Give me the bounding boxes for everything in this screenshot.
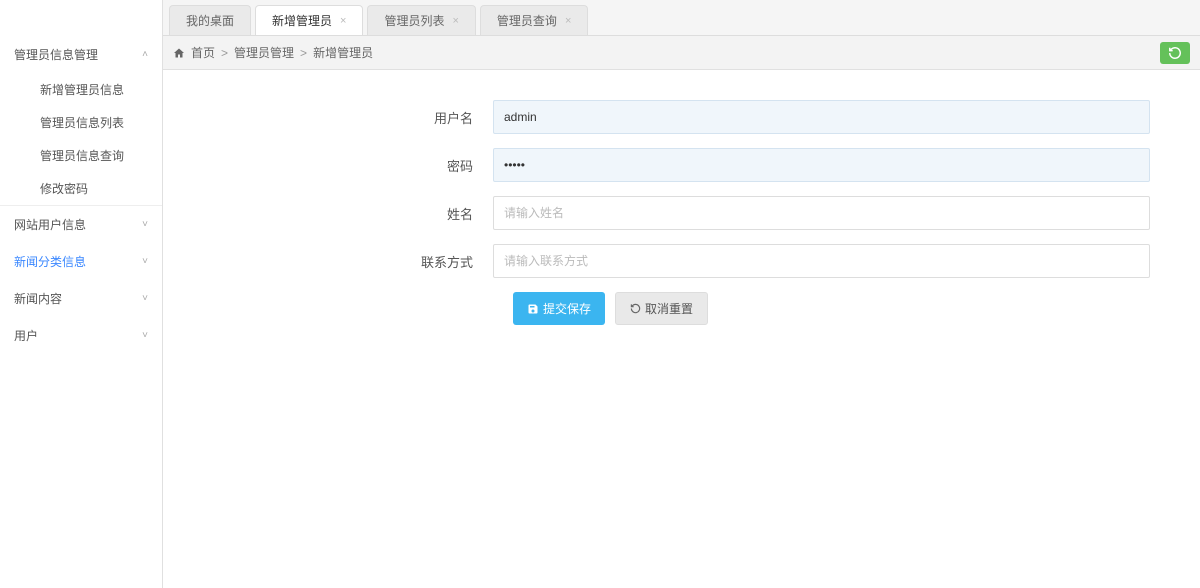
breadcrumb-sep: > — [221, 46, 228, 60]
refresh-button[interactable] — [1160, 42, 1190, 64]
form-row-name: 姓名 — [213, 196, 1150, 230]
sidebar-item-admin-list[interactable]: 管理员信息列表 — [0, 106, 162, 139]
sidebar-group-label: 新闻分类信息 — [14, 253, 86, 270]
breadcrumb-home[interactable]: 首页 — [191, 44, 215, 61]
name-label: 姓名 — [213, 204, 493, 223]
submit-label: 提交保存 — [543, 300, 591, 317]
home-icon — [173, 47, 185, 59]
sidebar-group-admin: 管理员信息管理 ˄ 新增管理员信息 管理员信息列表 管理员信息查询 修改密码 — [0, 36, 162, 206]
sidebar-group-label: 新闻内容 — [14, 290, 62, 307]
sidebar-item-label: 管理员信息列表 — [40, 116, 124, 130]
name-input[interactable] — [493, 196, 1150, 230]
tab-admin-list[interactable]: 管理员列表 × — [367, 5, 475, 35]
sidebar-group-label: 管理员信息管理 — [14, 46, 98, 63]
form-row-username: 用户名 — [213, 100, 1150, 134]
chevron-down-icon: ˅ — [142, 219, 148, 230]
reset-label: 取消重置 — [645, 300, 693, 317]
tab-label: 管理员列表 — [384, 12, 444, 29]
breadcrumb-part: 新增管理员 — [313, 44, 373, 61]
sidebar-item-admin-query[interactable]: 管理员信息查询 — [0, 139, 162, 172]
password-label: 密码 — [213, 156, 493, 175]
contact-label: 联系方式 — [213, 252, 493, 271]
refresh-icon — [630, 303, 641, 314]
username-label: 用户名 — [213, 108, 493, 127]
tab-admin-query[interactable]: 管理员查询 × — [480, 5, 588, 35]
sidebar-group-label: 网站用户信息 — [14, 216, 86, 233]
sidebar-group-header-newscat[interactable]: 新闻分类信息 ˅ — [0, 243, 162, 280]
breadcrumb: 首页 > 管理员管理 > 新增管理员 — [173, 44, 373, 61]
chevron-up-icon: ˄ — [142, 49, 148, 60]
chevron-down-icon: ˅ — [142, 256, 148, 267]
contact-input[interactable] — [493, 244, 1150, 278]
tab-bar: 我的桌面 新增管理员 × 管理员列表 × 管理员查询 × — [163, 0, 1200, 36]
chevron-down-icon: ˅ — [142, 330, 148, 341]
form-area: 用户名 密码 姓名 联系方式 提交保存 — [163, 70, 1200, 325]
breadcrumb-part[interactable]: 管理员管理 — [234, 44, 294, 61]
breadcrumb-bar: 首页 > 管理员管理 > 新增管理员 — [163, 36, 1200, 70]
main-area: 我的桌面 新增管理员 × 管理员列表 × 管理员查询 × 首页 > 管理员管理 … — [162, 0, 1200, 588]
sidebar-group-header-admin[interactable]: 管理员信息管理 ˄ — [0, 36, 162, 73]
reset-button[interactable]: 取消重置 — [615, 292, 708, 325]
username-input[interactable] — [493, 100, 1150, 134]
tab-label: 管理员查询 — [497, 12, 557, 29]
save-icon — [527, 303, 539, 315]
sidebar-item-label: 新增管理员信息 — [40, 83, 124, 97]
sidebar-group-header-newscontent[interactable]: 新闻内容 ˅ — [0, 280, 162, 317]
form-row-password: 密码 — [213, 148, 1150, 182]
form-buttons: 提交保存 取消重置 — [513, 292, 1150, 325]
sidebar-item-label: 管理员信息查询 — [40, 149, 124, 163]
sidebar-item-add-admin[interactable]: 新增管理员信息 — [0, 73, 162, 106]
sidebar-item-label: 修改密码 — [40, 182, 88, 196]
form-row-contact: 联系方式 — [213, 244, 1150, 278]
sidebar-group-label: 用户 — [14, 327, 38, 344]
close-icon[interactable]: × — [565, 15, 571, 27]
tab-desktop[interactable]: 我的桌面 — [169, 5, 251, 35]
sidebar: 管理员信息管理 ˄ 新增管理员信息 管理员信息列表 管理员信息查询 修改密码 网… — [0, 0, 162, 588]
sidebar-group-header-user[interactable]: 用户 ˅ — [0, 317, 162, 354]
chevron-down-icon: ˅ — [142, 293, 148, 304]
close-icon[interactable]: × — [452, 15, 458, 27]
breadcrumb-sep: > — [300, 46, 307, 60]
sidebar-item-change-password[interactable]: 修改密码 — [0, 172, 162, 205]
sidebar-group-header-siteuser[interactable]: 网站用户信息 ˅ — [0, 206, 162, 243]
tab-label: 新增管理员 — [272, 12, 332, 29]
submit-button[interactable]: 提交保存 — [513, 292, 605, 325]
password-input[interactable] — [493, 148, 1150, 182]
close-icon[interactable]: × — [340, 15, 346, 27]
tab-label: 我的桌面 — [186, 12, 234, 29]
tab-add-admin[interactable]: 新增管理员 × — [255, 5, 363, 35]
